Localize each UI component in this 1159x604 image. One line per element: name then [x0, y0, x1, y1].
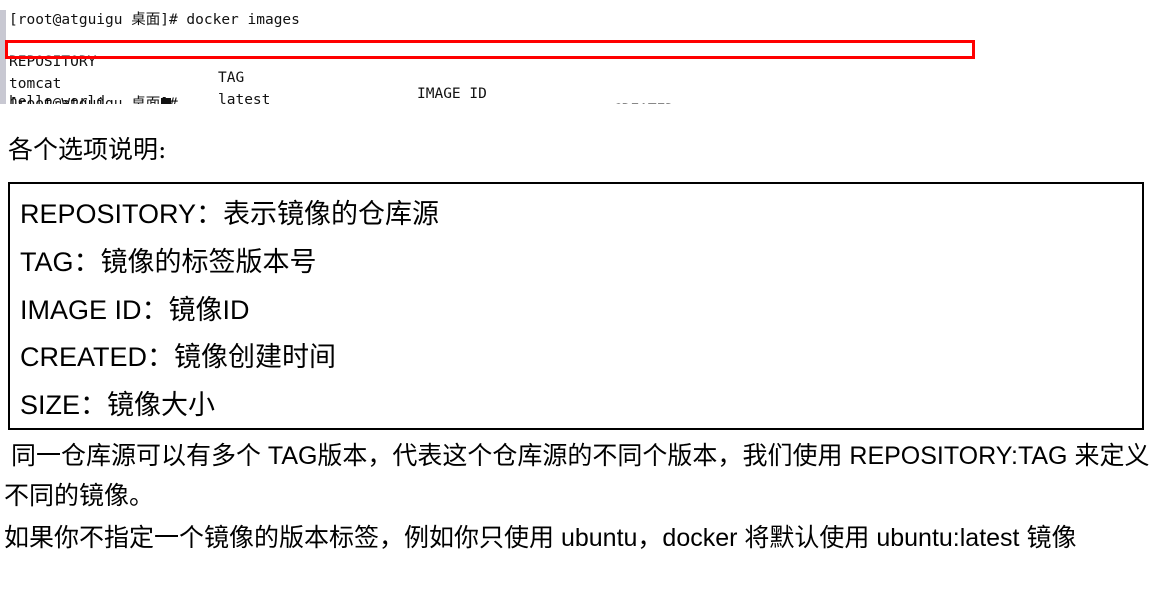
terminal-prompt-line: [root@atguigu 桌面]# docker images [9, 12, 300, 28]
terminal-cursor-block [161, 98, 171, 104]
definition-created: CREATED：镜像创建时间 [20, 342, 337, 372]
table-row: tomcat latest cb315192e016 7 days ago 46… [0, 60, 1000, 104]
paragraph-repository-tag: 同一仓库源可以有多个 TAG版本，代表这个仓库源的不同个版本，我们使用 REPO… [4, 442, 1150, 510]
column-header-created: CREATED [613, 102, 674, 104]
page-title: 各个选项说明: [8, 135, 167, 164]
definition-tag: TAG：镜像的标签版本号 [20, 247, 317, 277]
definition-image-id: IMAGE ID：镜像ID [20, 295, 250, 325]
terminal-screenshot: [root@atguigu 桌面]# docker images REPOSIT… [0, 10, 1000, 104]
terminal-table-header-row: REPOSITORY TAG IMAGE ID CREATED VIRTUAL … [0, 38, 1000, 104]
definitions-box: REPOSITORY：表示镜像的仓库源 TAG：镜像的标签版本号 IMAGE I… [8, 182, 1144, 430]
definition-size: SIZE：镜像大小 [20, 390, 216, 420]
definition-repository: REPOSITORY：表示镜像的仓库源 [20, 199, 440, 229]
table-row: hello-world latest 83f0de727d85 5 weeks … [0, 78, 1000, 104]
paragraph-default-latest: 如果你不指定一个镜像的版本标签，例如你只使用 ubuntu，docker 将默认… [4, 524, 1077, 552]
terminal-prompt-line-trailing: [root@atguigu 桌面]# [9, 96, 187, 104]
